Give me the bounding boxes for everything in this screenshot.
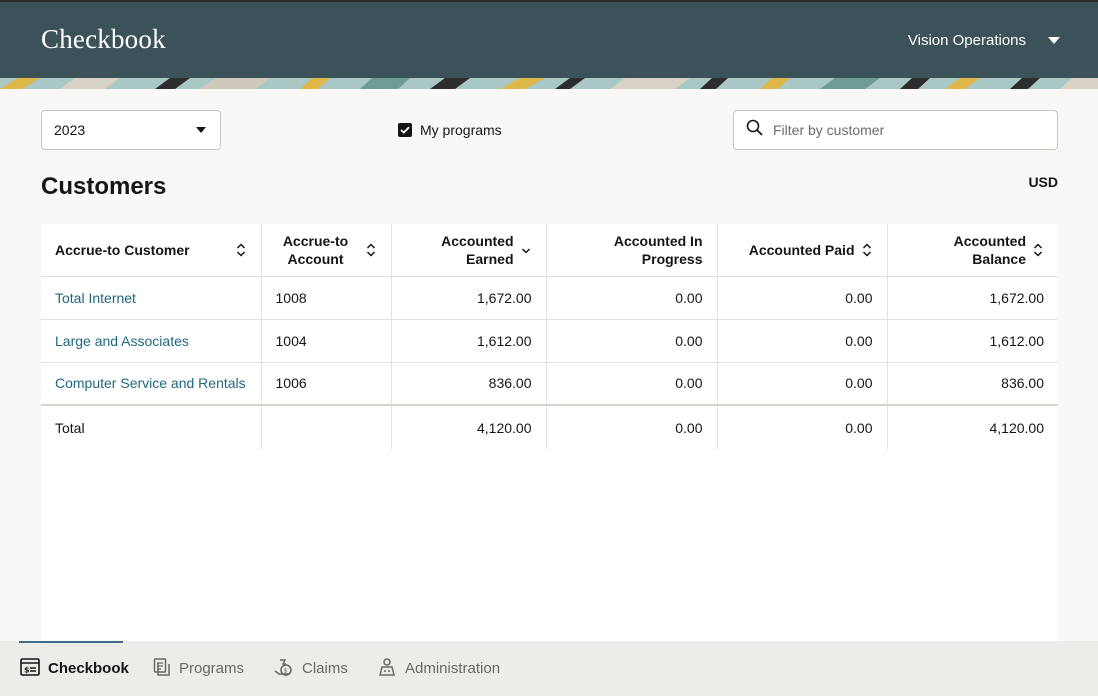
balance-cell: 1,672.00	[886, 276, 1058, 320]
column-header-paid[interactable]: Accounted Paid	[716, 224, 887, 277]
sort-icon[interactable]	[365, 242, 377, 258]
column-header-customer[interactable]: Accrue-to Customer	[41, 224, 261, 277]
table-row: Large and Associates 1004 1,612.00 0.00 …	[41, 319, 1058, 363]
total-paid-cell: 0.00	[716, 405, 887, 449]
checkbook-icon: $	[20, 657, 40, 680]
in-progress-cell: 0.00	[545, 319, 717, 363]
earned-cell: 1,672.00	[390, 276, 546, 320]
sort-descending-icon[interactable]	[520, 242, 532, 258]
balance-cell: 1,612.00	[886, 319, 1058, 363]
my-programs-label: My programs	[420, 122, 502, 138]
total-in-progress-cell: 0.00	[545, 405, 717, 449]
table-header-row: Accrue-to Customer Accrue-to Account Acc…	[41, 224, 1058, 277]
customer-link[interactable]: Computer Service and Rentals	[55, 375, 246, 391]
nav-item-label: Checkbook	[48, 660, 129, 677]
account-cell: 1006	[260, 362, 391, 406]
balance-cell: 836.00	[886, 362, 1058, 406]
sort-icon[interactable]	[1032, 242, 1044, 258]
column-header-in-progress: Accounted In Progress	[545, 224, 717, 277]
currency-label: USD	[1028, 174, 1058, 190]
nav-item-programs[interactable]: Programs	[153, 641, 244, 696]
org-name: Vision Operations	[907, 32, 1026, 49]
svg-text:$: $	[284, 667, 288, 674]
paid-cell: 0.00	[716, 276, 887, 320]
in-progress-cell: 0.00	[545, 276, 717, 320]
column-header-balance[interactable]: Accounted Balance	[886, 224, 1058, 277]
nav-item-claims[interactable]: $ Claims	[274, 641, 348, 696]
customers-table-panel: Accrue-to Customer Accrue-to Account Acc…	[41, 224, 1058, 641]
decorative-banner	[0, 78, 1098, 89]
chevron-down-icon	[1048, 37, 1060, 44]
sort-icon[interactable]	[235, 242, 247, 258]
nav-item-label: Claims	[302, 660, 348, 677]
my-programs-checkbox[interactable]: My programs	[398, 122, 502, 138]
administration-icon	[377, 657, 397, 681]
table-row: Computer Service and Rentals 1006 836.00…	[41, 362, 1058, 406]
customer-link[interactable]: Total Internet	[55, 290, 136, 306]
document-icon	[153, 657, 171, 680]
nav-item-checkbook[interactable]: $ Checkbook	[20, 641, 129, 696]
checkbox-checked-icon	[398, 123, 412, 137]
column-header-earned[interactable]: Accounted Earned	[390, 224, 546, 277]
page-title: Customers	[41, 173, 167, 200]
nav-item-label: Administration	[405, 660, 501, 677]
nav-item-label: Programs	[179, 660, 245, 677]
table-row: Total Internet 1008 1,672.00 0.00 0.00 1…	[41, 276, 1058, 320]
paid-cell: 0.00	[716, 319, 887, 363]
org-switcher[interactable]: Vision Operations	[908, 32, 1060, 49]
sort-icon[interactable]	[861, 242, 873, 258]
total-label: Total	[55, 419, 85, 436]
customer-filter-input[interactable]	[773, 122, 1033, 138]
svg-text:$: $	[24, 665, 30, 674]
year-select-value: 2023	[54, 122, 86, 138]
account-cell: 1008	[260, 276, 391, 320]
nav-item-administration[interactable]: Administration	[377, 641, 500, 696]
earned-cell: 1,612.00	[390, 319, 546, 363]
account-cell: 1004	[260, 319, 391, 363]
total-account-cell	[260, 405, 391, 449]
earned-cell: 836.00	[390, 362, 546, 406]
in-progress-cell: 0.00	[545, 362, 717, 406]
total-earned-cell: 4,120.00	[390, 405, 546, 449]
total-balance-cell: 4,120.00	[886, 405, 1058, 449]
claims-icon: $	[274, 657, 294, 681]
chevron-down-icon	[196, 127, 206, 133]
app-header: Checkbook Vision Operations	[0, 0, 1098, 78]
bottom-nav: $ Checkbook Programs $ Claims Administra…	[0, 641, 1098, 696]
paid-cell: 0.00	[716, 362, 887, 406]
app-title: Checkbook	[41, 24, 166, 54]
customer-link[interactable]: Large and Associates	[55, 333, 189, 349]
customers-table: Accrue-to Customer Accrue-to Account Acc…	[41, 224, 1058, 449]
column-header-account[interactable]: Accrue-to Account	[260, 224, 391, 277]
search-icon	[746, 119, 763, 141]
total-row: Total 4,120.00 0.00 0.00 4,120.00	[41, 405, 1058, 449]
year-select[interactable]: 2023	[41, 110, 221, 150]
customer-filter-field[interactable]	[733, 110, 1058, 150]
